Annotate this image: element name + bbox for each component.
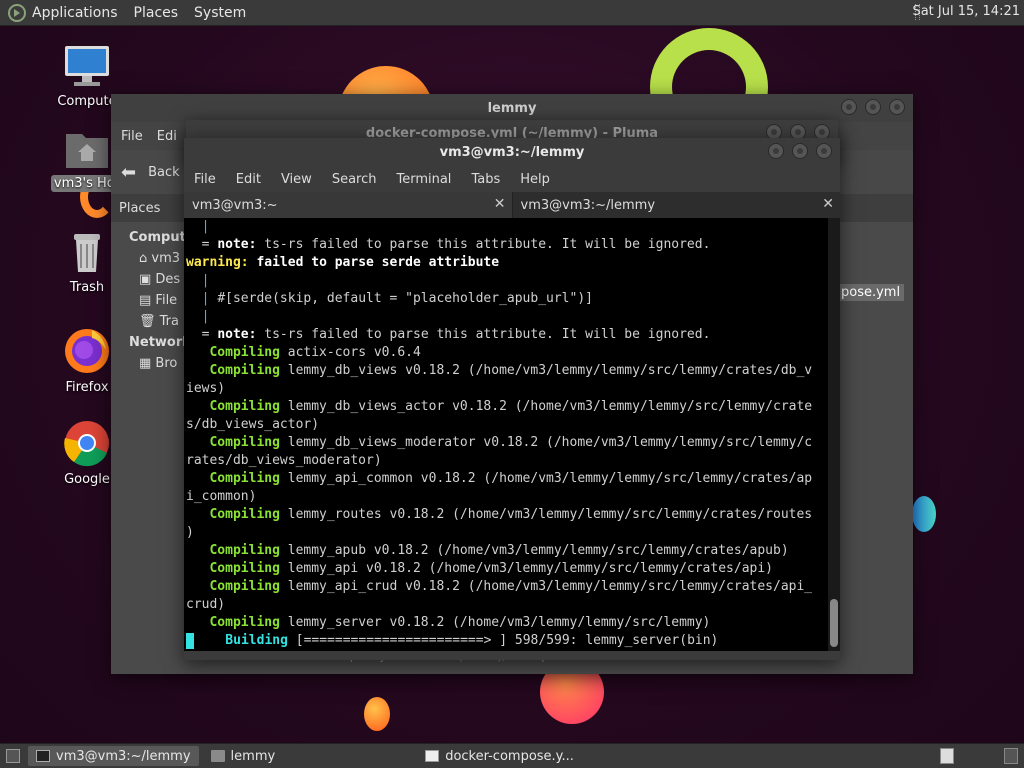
menu-edit[interactable]: Edi	[157, 129, 177, 144]
tab-label: vm3@vm3:~/lemmy	[520, 197, 656, 213]
terminal-line: Compiling lemmy_db_views_moderator v0.18…	[186, 435, 813, 450]
taskbar-item-file-manager[interactable]: lemmy	[203, 746, 284, 766]
mate-menu-icon[interactable]	[8, 3, 26, 22]
terminal-tabs: vm3@vm3:~ ✕ vm3@vm3:~/lemmy ✕	[184, 192, 840, 218]
terminal-line: |	[186, 309, 210, 324]
window-title: vm3@vm3:~/lemmy	[439, 144, 585, 160]
menu-help[interactable]: Help	[520, 172, 550, 187]
terminal-line: rates/db_views_moderator)	[186, 453, 382, 468]
maximize-button[interactable]	[865, 99, 881, 115]
terminal-scrollbar[interactable]	[828, 218, 840, 651]
task-label: docker-compose.y...	[445, 748, 574, 764]
tab-label: vm3@vm3:~	[192, 197, 278, 213]
menu-file[interactable]: File	[194, 172, 216, 187]
close-button[interactable]	[889, 99, 905, 115]
file-manager-titlebar[interactable]: lemmy	[111, 94, 913, 122]
terminal-line: |	[186, 219, 210, 234]
terminal-line: = note: ts-rs failed to parse this attri…	[186, 237, 711, 252]
tab-vm3-home[interactable]: vm3@vm3:~ ✕	[184, 192, 513, 218]
terminal-line: Compiling lemmy_api v0.18.2 (/home/vm3/l…	[186, 561, 774, 576]
computer-icon	[65, 46, 109, 86]
firefox-icon	[65, 329, 109, 373]
window-title: lemmy	[487, 100, 537, 116]
terminal-window: vm3@vm3:~/lemmy File Edit View Search Te…	[184, 138, 840, 660]
terminal-icon	[36, 750, 50, 762]
terminal-line: Compiling lemmy_db_views v0.18.2 (/home/…	[186, 363, 813, 378]
maximize-button[interactable]	[792, 143, 808, 159]
clock[interactable]: Sat Jul 15, 14:21	[912, 4, 1020, 19]
places-selector[interactable]: Places	[119, 201, 160, 216]
text-editor-icon	[425, 750, 440, 762]
task-label: lemmy	[230, 748, 276, 764]
folder-icon	[210, 750, 225, 762]
top-panel: Applications Places System Sat Jul 15, 1…	[0, 0, 1024, 26]
back-arrow-icon[interactable]: ⬅	[121, 162, 136, 183]
chrome-icon	[64, 421, 109, 467]
trash-icon	[74, 234, 100, 272]
wallpaper-small-orange-blob	[364, 697, 390, 731]
taskbar-item-pluma[interactable]: docker-compose.y...	[417, 746, 582, 766]
menu-file[interactable]: File	[121, 129, 143, 144]
trash-applet-icon[interactable]	[1004, 748, 1018, 764]
terminal-line: Compiling actix-cors v0.6.4	[186, 345, 421, 360]
terminal-line: = note: ts-rs failed to parse this attri…	[186, 327, 711, 342]
menu-terminal[interactable]: Terminal	[396, 172, 451, 187]
window-controls	[768, 143, 832, 159]
terminal-line: i_common)	[186, 489, 257, 504]
terminal-line: Compiling lemmy_api_common v0.18.2 (/hom…	[186, 471, 813, 486]
terminal-line: Compiling lemmy_apub v0.18.2 (/home/vm3/…	[186, 543, 789, 558]
terminal-line: Compiling lemmy_server v0.18.2 (/home/vm…	[186, 615, 711, 630]
minimize-button[interactable]	[768, 143, 784, 159]
system-menu[interactable]: System	[194, 5, 246, 21]
scrollbar-thumb[interactable]	[830, 599, 838, 647]
close-button[interactable]	[816, 143, 832, 159]
terminal-line: Compiling lemmy_routes v0.18.2 (/home/vm…	[186, 507, 813, 522]
terminal-line: warning: failed to parse serde attribute	[186, 255, 500, 270]
window-controls	[841, 99, 905, 115]
wallpaper-blue-blob	[912, 496, 936, 532]
close-tab-icon[interactable]: ✕	[494, 196, 506, 212]
terminal-line: | #[serde(skip, default = "placeholder_a…	[186, 291, 593, 306]
terminal-menubar: File Edit View Search Terminal Tabs Help	[184, 166, 840, 192]
home-folder-icon	[66, 134, 108, 168]
taskbar-item-terminal[interactable]: vm3@vm3:~/lemmy	[28, 746, 199, 766]
selected-file-label[interactable]: pose.yml	[837, 284, 905, 301]
menu-search[interactable]: Search	[332, 172, 377, 187]
terminal-line: Compiling lemmy_db_views_actor v0.18.2 (…	[186, 399, 813, 414]
terminal-line: )	[186, 525, 194, 540]
terminal-line: |	[186, 273, 210, 288]
workspace-switcher-icon[interactable]	[940, 748, 954, 764]
applications-menu[interactable]: Applications	[32, 5, 118, 21]
menu-tabs[interactable]: Tabs	[471, 172, 500, 187]
terminal-line: Compiling lemmy_api_crud v0.18.2 (/home/…	[186, 579, 813, 594]
back-button[interactable]: Back	[148, 165, 180, 180]
places-menu[interactable]: Places	[134, 5, 179, 21]
close-tab-icon[interactable]: ✕	[822, 196, 834, 212]
tab-vm3-lemmy[interactable]: vm3@vm3:~/lemmy ✕	[512, 192, 840, 218]
terminal-line: Building [=======================> ] 598…	[186, 632, 840, 650]
terminal-line: crud)	[186, 597, 226, 612]
menu-view[interactable]: View	[281, 172, 312, 187]
bottom-panel: vm3@vm3:~/lemmy lemmy docker-compose.y..…	[0, 743, 1024, 768]
terminal-line: s/db_views_actor)	[186, 417, 320, 432]
menu-edit[interactable]: Edit	[236, 172, 261, 187]
terminal-cursor	[186, 632, 194, 649]
minimize-button[interactable]	[841, 99, 857, 115]
terminal-line: iews)	[186, 381, 226, 396]
show-desktop-icon[interactable]	[6, 749, 20, 763]
terminal-titlebar[interactable]: vm3@vm3:~/lemmy	[184, 138, 840, 166]
terminal-output[interactable]: | = note: ts-rs failed to parse this att…	[184, 218, 840, 651]
task-label: vm3@vm3:~/lemmy	[56, 748, 191, 764]
